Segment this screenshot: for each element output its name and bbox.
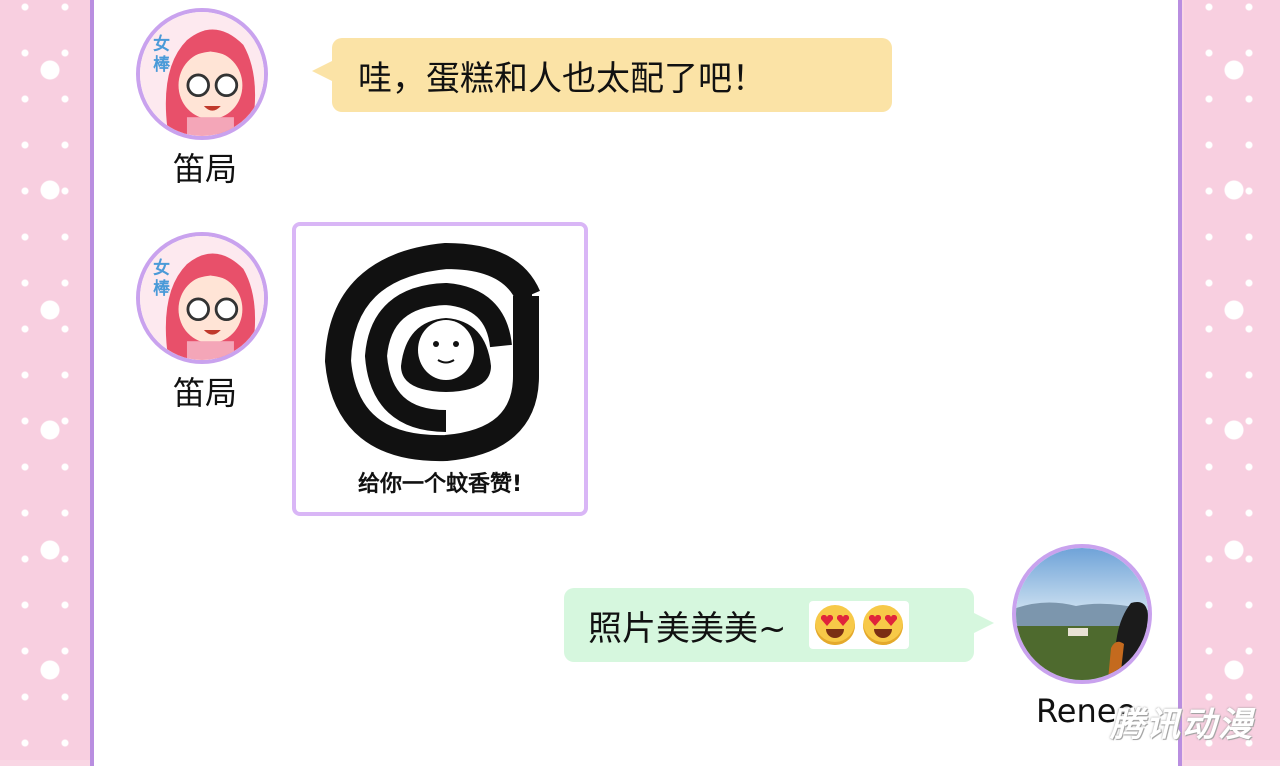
sender-name: 笛局 bbox=[172, 150, 237, 188]
sticker-message[interactable]: 给你一个蚊香赞! bbox=[292, 222, 588, 516]
landscape-photo-avatar-icon bbox=[1016, 548, 1148, 680]
svg-text:棒: 棒 bbox=[153, 54, 171, 74]
avatar-renee[interactable] bbox=[1012, 544, 1152, 684]
avatar-dijv[interactable]: 女 棒 bbox=[136, 232, 268, 364]
svg-text:女: 女 bbox=[153, 258, 170, 278]
heart-eyes-emoji-icon bbox=[862, 605, 903, 645]
sticker-caption: 给你一个蚊香赞! bbox=[357, 472, 523, 497]
decorative-side-right bbox=[1184, 0, 1280, 760]
svg-text:女: 女 bbox=[153, 34, 170, 54]
avatar-dijv[interactable]: 女 棒 bbox=[136, 8, 268, 140]
sender-name: 笛局 bbox=[172, 374, 237, 412]
emoji-group bbox=[808, 601, 909, 649]
svg-text:棒: 棒 bbox=[153, 278, 171, 298]
decorative-side-left bbox=[0, 0, 92, 760]
bubble-tail bbox=[312, 60, 334, 82]
anime-girl-avatar-icon: 女 棒 bbox=[140, 12, 264, 136]
watermark-logo: 腾讯动漫 bbox=[1110, 705, 1254, 745]
heart-eyes-emoji-icon bbox=[814, 605, 855, 645]
bubble-tail bbox=[972, 612, 994, 634]
message-text: 哇，蛋糕和人也太配了吧！ bbox=[358, 58, 766, 99]
message-bubble-incoming[interactable]: 哇，蛋糕和人也太配了吧！ bbox=[332, 38, 892, 112]
message-text: 照片美美美~ bbox=[588, 608, 787, 649]
anime-girl-avatar-icon: 女 棒 bbox=[140, 236, 264, 360]
message-bubble-outgoing[interactable]: 照片美美美~ bbox=[564, 588, 974, 662]
